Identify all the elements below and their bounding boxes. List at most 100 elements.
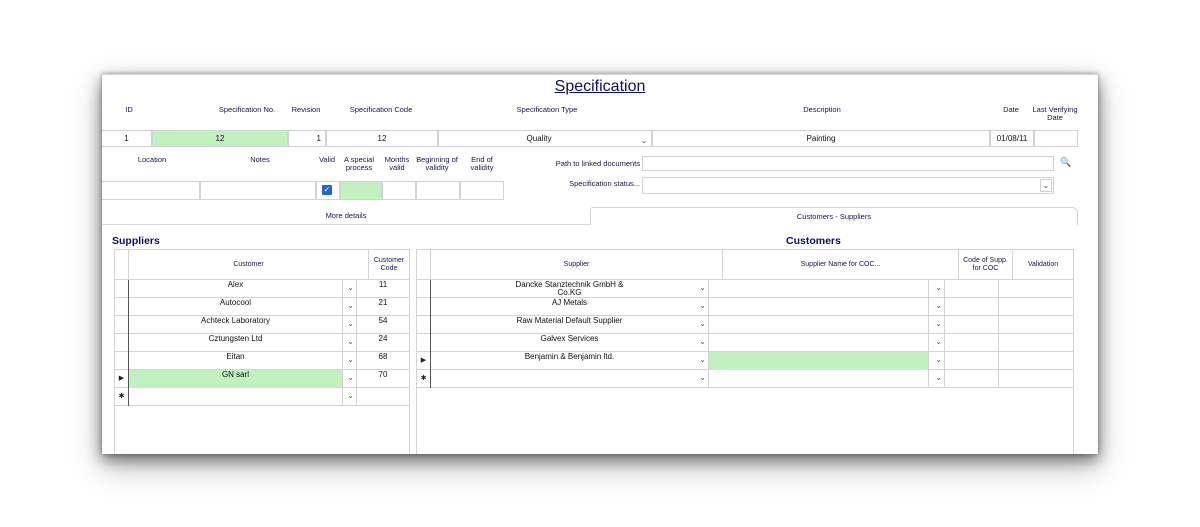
supplier-name-coc-cell[interactable] — [709, 370, 929, 388]
supplier-name-coc-dropdown-cell[interactable]: ⌄ — [929, 352, 945, 370]
valid-checkbox[interactable]: ✓ — [322, 185, 332, 195]
customer-dropdown-cell[interactable]: ⌄ — [343, 316, 357, 334]
id-field[interactable]: 1 — [102, 130, 152, 147]
row-selector[interactable] — [417, 334, 431, 352]
supplier-dropdown-cell[interactable]: ⌄ — [695, 352, 709, 370]
spec-status-select[interactable] — [642, 177, 1054, 194]
chevron-down-icon[interactable]: ⌄ — [935, 338, 942, 346]
supplier-dropdown-cell[interactable]: ⌄ — [695, 280, 709, 298]
supplier-name-coc-dropdown-cell[interactable]: ⌄ — [929, 370, 945, 388]
revision-field[interactable]: 1 — [288, 130, 326, 147]
customer-cell[interactable]: Cztungsten Ltd — [129, 334, 343, 352]
special-process-field[interactable] — [340, 181, 382, 200]
chevron-down-icon[interactable]: ⌄ — [935, 356, 942, 364]
supplier-cell[interactable]: AJ Metals — [431, 298, 709, 316]
customer-dropdown-cell[interactable]: ⌄ — [343, 370, 357, 388]
row-selector[interactable]: ▶ — [115, 370, 129, 388]
table-new-row[interactable]: ✱ ⌄ ⌄ — [417, 370, 1073, 388]
spec-no-field[interactable]: 12 — [152, 130, 288, 147]
supplier-dropdown-cell[interactable]: ⌄ — [695, 334, 709, 352]
supplier-name-coc-dropdown-cell[interactable]: ⌄ — [929, 334, 945, 352]
customer-code-cell[interactable]: 70 — [357, 370, 409, 388]
supplier-name-coc-cell[interactable] — [709, 334, 929, 352]
table-row[interactable]: Raw Material Default Supplier ⌄ ⌄ — [417, 316, 1073, 334]
validation-cell[interactable] — [999, 316, 1073, 334]
table-new-row[interactable]: ✱ ⌄ — [115, 388, 409, 406]
code-supp-coc-cell[interactable] — [945, 334, 999, 352]
validation-cell[interactable] — [999, 352, 1073, 370]
table-row[interactable]: Achteck Laboratory ⌄ 54 — [115, 316, 409, 334]
table-row[interactable]: Cztungsten Ltd ⌄ 24 — [115, 334, 409, 352]
row-selector[interactable] — [115, 352, 129, 370]
spec-type-dropdown-icon[interactable]: ⌄ — [638, 133, 650, 148]
chevron-down-icon[interactable]: ⌄ — [935, 284, 942, 292]
last-verifying-date-field[interactable] — [1034, 130, 1078, 147]
supplier-cell[interactable]: Galvex Services — [431, 334, 709, 352]
supplier-dropdown-cell[interactable]: ⌄ — [695, 370, 709, 388]
chevron-down-icon[interactable]: ⌄ — [347, 392, 354, 400]
supplier-cell[interactable]: Benjamin & Benjamin ltd. — [431, 352, 709, 370]
notes-field[interactable] — [200, 181, 316, 200]
tab-more-details[interactable]: More details — [102, 207, 590, 225]
customer-code-cell[interactable]: 21 — [357, 298, 409, 316]
code-supp-coc-cell[interactable] — [945, 352, 999, 370]
supplier-cell[interactable]: Raw Material Default Supplier — [431, 316, 709, 334]
new-row-selector[interactable]: ✱ — [115, 388, 129, 406]
customer-cell[interactable]: Autocool — [129, 298, 343, 316]
months-valid-field[interactable] — [382, 181, 416, 200]
customer-dropdown-cell[interactable]: ⌄ — [343, 388, 357, 406]
spec-type-select[interactable]: Quality — [438, 130, 652, 147]
location-field[interactable] — [102, 181, 200, 200]
new-row-selector[interactable]: ✱ — [417, 370, 431, 388]
supplier-name-coc-dropdown-cell[interactable]: ⌄ — [929, 280, 945, 298]
column-header-validation[interactable]: Validation — [1013, 250, 1073, 280]
path-linked-docs-field[interactable] — [642, 156, 1054, 171]
row-selector[interactable] — [417, 316, 431, 334]
supplier-name-coc-dropdown-cell[interactable]: ⌄ — [929, 298, 945, 316]
chevron-down-icon[interactable]: ⌄ — [347, 356, 354, 364]
chevron-down-icon[interactable]: ⌄ — [935, 302, 942, 310]
supplier-cell[interactable]: Dancke Stanztechnik GmbH & Co.KG — [431, 280, 709, 298]
table-row[interactable]: Galvex Services ⌄ ⌄ — [417, 334, 1073, 352]
row-selector[interactable] — [115, 316, 129, 334]
column-header-supplier[interactable]: Supplier — [431, 250, 723, 280]
customer-dropdown-cell[interactable]: ⌄ — [343, 298, 357, 316]
search-icon[interactable]: 🔍 — [1060, 157, 1071, 168]
end-validity-field[interactable] — [460, 181, 504, 200]
column-header-code-supp-coc[interactable]: Code of Supp. for COC — [959, 250, 1013, 280]
validation-cell[interactable] — [999, 370, 1073, 388]
column-header-customer-code[interactable]: Customer Code — [369, 250, 409, 280]
customer-dropdown-cell[interactable]: ⌄ — [343, 352, 357, 370]
supplier-dropdown-cell[interactable]: ⌄ — [695, 298, 709, 316]
validation-cell[interactable] — [999, 280, 1073, 298]
validation-cell[interactable] — [999, 334, 1073, 352]
date-field[interactable]: 01/08/11 — [990, 130, 1034, 147]
tab-customers-suppliers[interactable]: Customers - Suppliers — [590, 207, 1078, 225]
chevron-down-icon[interactable]: ⌄ — [699, 356, 706, 364]
table-row[interactable]: Eitan ⌄ 68 — [115, 352, 409, 370]
table-row[interactable]: ▶ Benjamin & Benjamin ltd. ⌄ ⌄ — [417, 352, 1073, 370]
spec-code-field[interactable]: 12 — [326, 130, 438, 147]
column-header-supplier-name-coc[interactable]: Supplier Name for COC... — [723, 250, 959, 280]
code-supp-coc-cell[interactable] — [945, 316, 999, 334]
chevron-down-icon[interactable]: ⌄ — [699, 374, 706, 382]
table-row[interactable]: Autocool ⌄ 21 — [115, 298, 409, 316]
row-selector[interactable] — [417, 298, 431, 316]
chevron-down-icon[interactable]: ⌄ — [935, 374, 942, 382]
chevron-down-icon[interactable]: ⌄ — [699, 284, 706, 292]
table-row[interactable]: Alex ⌄ 11 — [115, 280, 409, 298]
spec-status-dropdown-icon[interactable]: ⌄ — [1040, 179, 1052, 192]
column-header-customer[interactable]: Customer — [129, 250, 369, 280]
chevron-down-icon[interactable]: ⌄ — [347, 284, 354, 292]
supplier-cell[interactable] — [431, 370, 709, 388]
code-supp-coc-cell[interactable] — [945, 280, 999, 298]
customer-code-cell[interactable] — [357, 388, 409, 406]
customer-code-cell[interactable]: 68 — [357, 352, 409, 370]
chevron-down-icon[interactable]: ⌄ — [347, 302, 354, 310]
code-supp-coc-cell[interactable] — [945, 370, 999, 388]
chevron-down-icon[interactable]: ⌄ — [347, 320, 354, 328]
chevron-down-icon[interactable]: ⌄ — [935, 320, 942, 328]
customer-cell[interactable]: GN sarl — [129, 370, 343, 388]
customer-dropdown-cell[interactable]: ⌄ — [343, 334, 357, 352]
row-selector[interactable]: ▶ — [417, 352, 431, 370]
